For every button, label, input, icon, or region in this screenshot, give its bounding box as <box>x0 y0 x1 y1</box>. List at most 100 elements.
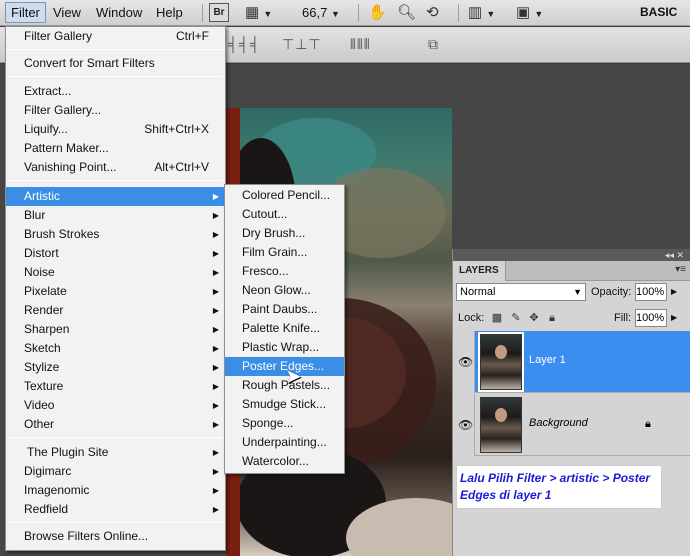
panel-menu-icon[interactable]: ▾≡ <box>675 264 686 275</box>
menu-item-browse-filters-online[interactable]: Browse Filters Online... <box>6 527 225 546</box>
blend-mode-select[interactable]: Normal ▼ <box>456 283 586 301</box>
auto-align-icon[interactable]: ⧉ <box>428 36 439 53</box>
menu-item-convert-smart-filters[interactable]: Convert for Smart Filters <box>6 54 225 73</box>
bridge-button[interactable]: Br <box>209 3 229 22</box>
blend-mode-value: Normal <box>460 286 496 298</box>
menu-item-label: Liquify... <box>24 122 68 136</box>
menu-item-other[interactable]: Other ▶ <box>6 415 225 434</box>
submenu-arrow-icon: ▶ <box>212 249 219 258</box>
menu-item-label: The Plugin Site <box>27 445 109 459</box>
menu-item-render[interactable]: Render ▶ <box>6 301 225 320</box>
menu-divider <box>358 4 359 22</box>
visibility-toggle[interactable]: 👁︎ <box>453 394 475 456</box>
submenu-arrow-icon: ▶ <box>212 401 219 410</box>
menu-item-label: Brush Strokes <box>24 227 100 241</box>
distribute-top-icon[interactable]: ⊤⊥⊤ <box>282 36 322 53</box>
menu-item-stylize[interactable]: Stylize ▶ <box>6 358 225 377</box>
menu-item-imagenomic[interactable]: Imagenomic ▶ <box>6 481 225 500</box>
submenu-item-film-grain[interactable]: Film Grain... <box>225 243 344 262</box>
submenu-arrow-icon: ▶ <box>212 467 219 476</box>
submenu-item-paint-daubs[interactable]: Paint Daubs... <box>225 300 344 319</box>
submenu-item-palette-knife[interactable]: Palette Knife... <box>225 319 344 338</box>
align-icon[interactable]: ╡╡╡ <box>228 36 261 52</box>
submenu-arrow-icon: ▶ <box>212 382 219 391</box>
layer-name[interactable]: Background <box>529 417 588 429</box>
submenu-item-dry-brush[interactable]: Dry Brush... <box>225 224 344 243</box>
menu-item-digimarc[interactable]: Digimarc ▶ <box>6 462 225 481</box>
layers-tab-bar: LAYERS ▾≡ <box>453 261 690 281</box>
submenu-item-underpainting[interactable]: Underpainting... <box>225 433 344 452</box>
menu-item-extract[interactable]: Extract... <box>6 82 225 101</box>
menu-item-pattern-maker[interactable]: Pattern Maker... <box>6 139 225 158</box>
menu-item-texture[interactable]: Texture ▶ <box>6 377 225 396</box>
menu-item-distort[interactable]: Distort ▶ <box>6 244 225 263</box>
lock-image-icon[interactable]: ✎ <box>510 312 522 324</box>
fill-input[interactable]: 100% <box>635 309 667 327</box>
submenu-arrow-icon: ▶ <box>212 230 219 239</box>
submenu-item-fresco[interactable]: Fresco... <box>225 262 344 281</box>
view-extras-icon[interactable]: ▦ ▼ <box>245 3 272 23</box>
workspace-switcher[interactable]: BASIC <box>635 2 682 23</box>
layer-row-layer1[interactable]: 👁︎ Layer 1 <box>453 331 690 393</box>
menu-item-filter-gallery[interactable]: Filter Gallery... <box>6 101 225 120</box>
distribute-horizontal-icon[interactable]: ⫴⫴⫴ <box>350 36 371 53</box>
submenu-item-watercolor[interactable]: Watercolor... <box>225 452 344 471</box>
tab-layers[interactable]: LAYERS <box>453 261 506 281</box>
lock-all-icon[interactable]: 🔒︎ <box>546 312 558 324</box>
menu-item-label: Filter Gallery <box>24 29 93 43</box>
submenu-arrow-icon: ▶ <box>212 344 219 353</box>
submenu-item-plastic-wrap[interactable]: Plastic Wrap... <box>225 338 344 357</box>
layer-row-background[interactable]: 👁︎ Background 🔒︎ <box>453 394 690 456</box>
screen-mode-icon[interactable]: ▣ ▼ <box>516 3 543 23</box>
menu-item-label: Noise <box>24 265 55 279</box>
menu-help[interactable]: Help <box>151 2 188 23</box>
menu-item-brush-strokes[interactable]: Brush Strokes ▶ <box>6 225 225 244</box>
menu-item-pixelate[interactable]: Pixelate ▶ <box>6 282 225 301</box>
menu-divider <box>458 4 459 22</box>
menu-item-redfield[interactable]: Redfield ▶ <box>6 500 225 519</box>
rotate-view-icon[interactable]: ⟲ <box>426 3 439 23</box>
menu-item-plugin-site[interactable]: The Plugin Site ▶ <box>6 443 225 462</box>
submenu-arrow-icon: ▶ <box>212 192 219 201</box>
opacity-input[interactable]: 100% <box>635 283 667 301</box>
visibility-toggle[interactable]: 👁︎ <box>453 331 475 393</box>
menu-item-video[interactable]: Video ▶ <box>6 396 225 415</box>
menu-item-vanishing-point[interactable]: Vanishing Point... Alt+Ctrl+V <box>6 158 225 177</box>
menu-view[interactable]: View <box>48 2 86 23</box>
hand-tool-icon[interactable]: ✋ <box>368 3 387 23</box>
menu-item-sharpen[interactable]: Sharpen ▶ <box>6 320 225 339</box>
menu-item-label: Other <box>24 417 55 431</box>
eye-icon: 👁︎ <box>458 418 474 432</box>
lock-label: Lock: <box>458 312 485 324</box>
submenu-item-smudge-stick[interactable]: Smudge Stick... <box>225 395 344 414</box>
submenu-item-neon-glow[interactable]: Neon Glow... <box>225 281 344 300</box>
layer-name[interactable]: Layer 1 <box>529 354 566 366</box>
menu-item-blur[interactable]: Blur ▶ <box>6 206 225 225</box>
zoom-tool-icon[interactable]: 🔍︎ <box>397 3 416 23</box>
submenu-arrow-icon: ▶ <box>212 268 219 277</box>
submenu-item-sponge[interactable]: Sponge... <box>225 414 344 433</box>
filter-menu: Filter Gallery Ctrl+F Convert for Smart … <box>5 26 226 551</box>
submenu-arrow-icon: ▶ <box>212 325 219 334</box>
submenu-item-colored-pencil[interactable]: Colored Pencil... <box>225 186 344 205</box>
menu-item-noise[interactable]: Noise ▶ <box>6 263 225 282</box>
submenu-item-cutout[interactable]: Cutout... <box>225 205 344 224</box>
menu-item-artistic[interactable]: Artistic ▶ <box>6 187 225 206</box>
lock-transparent-icon[interactable]: ▩ <box>491 312 503 324</box>
panel-collapse-bar[interactable]: ◂◂ ✕ <box>453 249 690 261</box>
menu-item-sketch[interactable]: Sketch ▶ <box>6 339 225 358</box>
zoom-level[interactable]: 66,7 ▼ <box>297 2 345 23</box>
eye-icon: 👁︎ <box>458 355 474 369</box>
menu-separator <box>8 437 223 438</box>
menu-filter[interactable]: Filter <box>5 2 46 23</box>
chevron-right-icon[interactable]: ▶ <box>671 283 677 301</box>
menu-window[interactable]: Window <box>91 2 147 23</box>
lock-position-icon[interactable]: ✥ <box>528 312 540 324</box>
menu-item-liquify[interactable]: Liquify... Shift+Ctrl+X <box>6 120 225 139</box>
arrange-documents-icon[interactable]: ▥ ▼ <box>468 3 495 23</box>
mouse-pointer-icon: ➤ <box>285 366 302 388</box>
chevron-right-icon[interactable]: ▶ <box>671 309 677 327</box>
artistic-submenu: Colored Pencil... Cutout... Dry Brush...… <box>224 184 345 474</box>
menu-item-filter-gallery-last[interactable]: Filter Gallery Ctrl+F <box>6 27 225 46</box>
layers-panel: ◂◂ ✕ LAYERS ▾≡ Normal ▼ Opacity: 100% ▶ … <box>452 249 690 556</box>
